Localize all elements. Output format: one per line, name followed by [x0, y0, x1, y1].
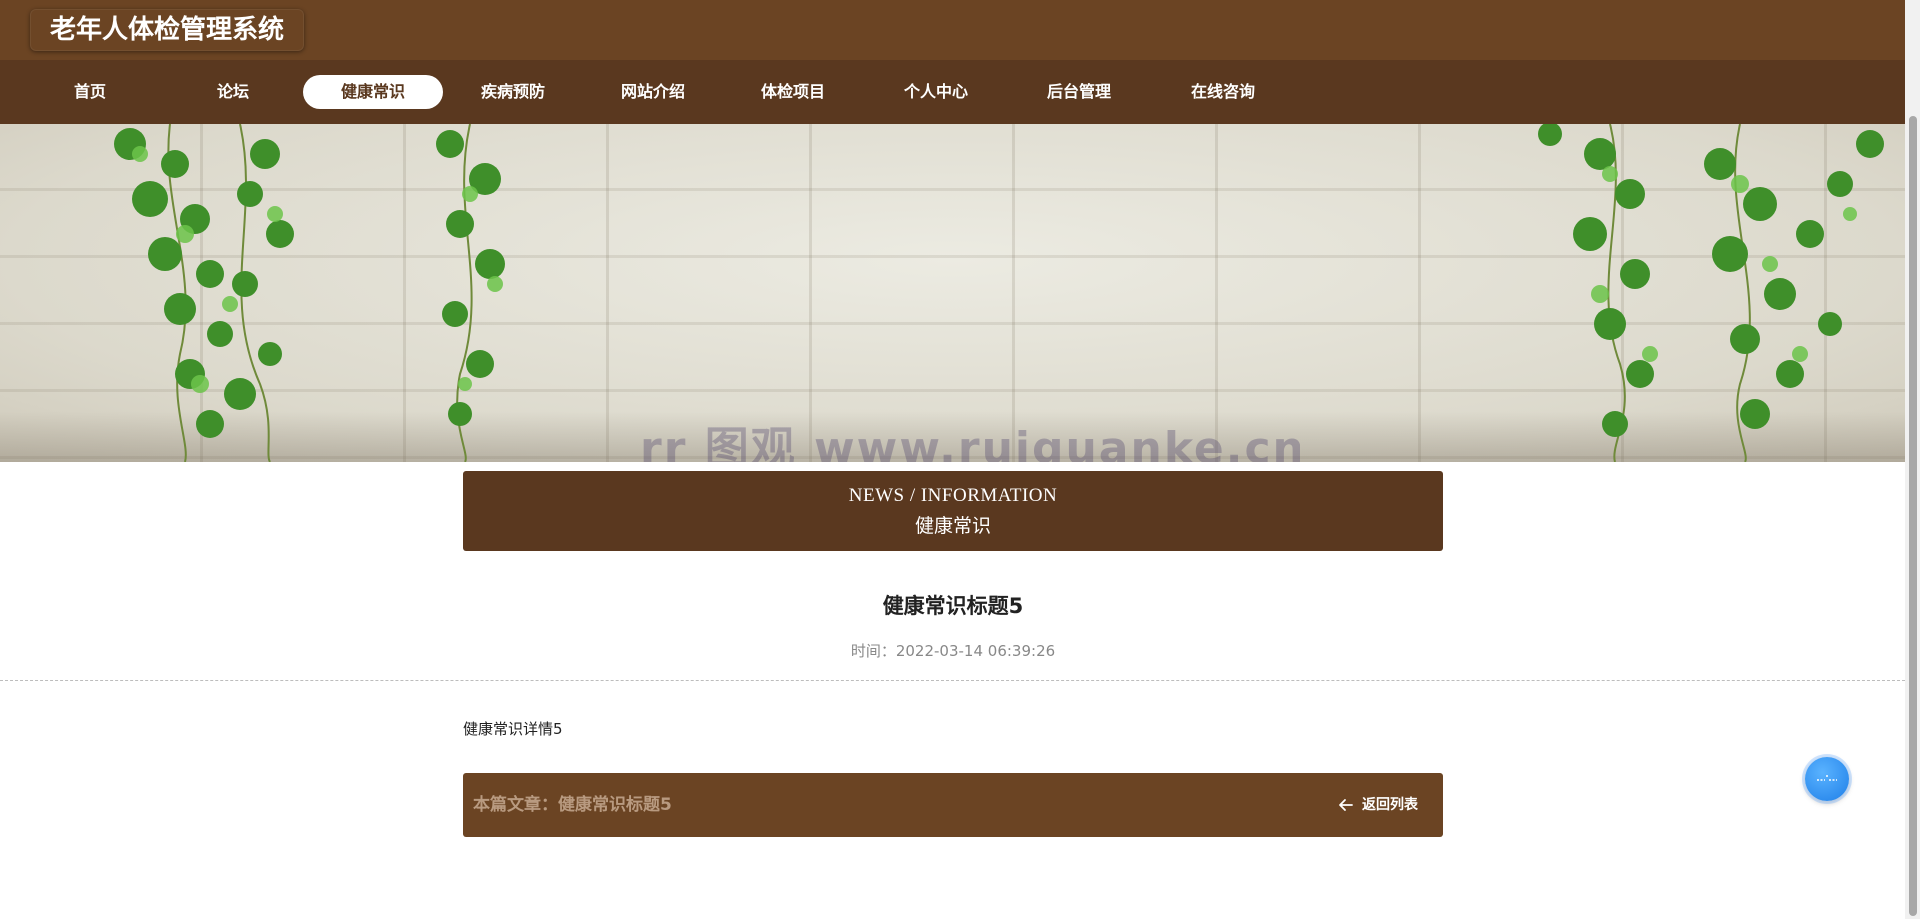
nav-item-checkup-items[interactable]: 体检项目: [723, 75, 863, 109]
service-icon: [1817, 775, 1837, 781]
divider: [0, 680, 1905, 681]
current-article: 本篇文章：健康常识标题5: [473, 773, 672, 837]
main-nav: 首页 论坛 健康常识 疾病预防 网站介绍 体检项目 个人中心 后台管理 在线咨询: [0, 60, 1905, 124]
nav-item-online-consult[interactable]: 在线咨询: [1153, 75, 1293, 109]
article-title: 健康常识标题5: [882, 594, 1024, 618]
top-header: 老年人体检管理系统: [0, 0, 1905, 60]
nav-item-home[interactable]: 首页: [20, 75, 160, 109]
floating-service-button[interactable]: [1805, 757, 1849, 801]
back-to-list-label: 返回列表: [1362, 797, 1418, 813]
ivy-decoration-right: [1538, 124, 1884, 462]
time-label: 时间：: [850, 642, 896, 660]
section-title-en: NEWS / INFORMATION: [848, 485, 1058, 506]
banner-image: rr 图观 www.ruiguanke.cn: [0, 124, 1905, 462]
current-article-label: 本篇文章：: [473, 795, 558, 815]
article-body: 健康常识详情5: [463, 720, 563, 738]
nav-item-health-knowledge[interactable]: 健康常识: [303, 75, 443, 109]
scrollbar-thumb[interactable]: [1909, 116, 1917, 916]
section-header: NEWS / INFORMATION 健康常识: [463, 471, 1443, 551]
arrow-left-icon: [1339, 799, 1353, 811]
ivy-decoration-left: [114, 124, 505, 462]
back-to-list-button[interactable]: 返回列表: [1338, 773, 1418, 837]
site-title[interactable]: 老年人体检管理系统: [30, 9, 305, 51]
nav-item-forum[interactable]: 论坛: [163, 75, 303, 109]
page: 老年人体检管理系统 首页 论坛 健康常识 疾病预防 网站介绍 体检项目 个人中心…: [0, 0, 1905, 919]
current-article-title: 健康常识标题5: [558, 795, 672, 815]
nav-item-site-intro[interactable]: 网站介绍: [583, 75, 723, 109]
nav-item-admin[interactable]: 后台管理: [1009, 75, 1149, 109]
page-scrollbar[interactable]: [1905, 0, 1920, 919]
banner-watermark: rr 图观 www.ruiguanke.cn: [640, 423, 1300, 462]
publish-time: 2022-03-14 06:39:26: [895, 642, 1056, 660]
nav-item-personal-center[interactable]: 个人中心: [866, 75, 1006, 109]
article-meta: 时间：2022-03-14 06:39:26: [463, 640, 1443, 661]
article-footer-bar: 本篇文章：健康常识标题5 返回列表: [463, 773, 1443, 837]
nav-item-disease-prevention[interactable]: 疾病预防: [443, 75, 583, 109]
section-title-cn: 健康常识: [914, 515, 991, 537]
